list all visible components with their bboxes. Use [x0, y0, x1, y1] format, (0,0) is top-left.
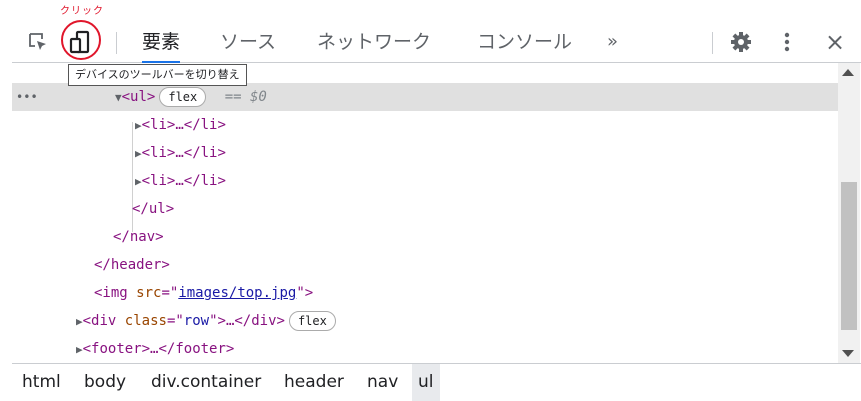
breadcrumb-header[interactable]: header	[278, 364, 350, 401]
tree-row-nav-close[interactable]: </nav>	[12, 223, 838, 251]
close-icon[interactable]: ×	[825, 22, 845, 62]
collapsed-triangle-icon[interactable]: ▶	[135, 175, 142, 188]
vertical-scrollbar[interactable]	[838, 63, 860, 363]
collapsed-triangle-icon[interactable]: ▶	[135, 147, 142, 160]
breadcrumb-nav[interactable]: nav	[361, 364, 404, 401]
more-tabs-button[interactable]: »	[607, 22, 618, 62]
tooltip: デバイスのツールバーを切り替え	[68, 64, 247, 86]
tab-elements[interactable]: 要素	[142, 22, 181, 63]
tree-row-li[interactable]: ▶<li>…</li>	[12, 139, 838, 167]
selected-ref: $0	[249, 89, 267, 105]
tree-row-li[interactable]: ▶<li>…</li>	[12, 167, 838, 195]
tab-sources[interactable]: ソース	[220, 22, 276, 62]
flex-badge[interactable]: flex	[288, 311, 336, 331]
breadcrumb-div-container[interactable]: div.container	[145, 364, 267, 401]
scroll-thumb[interactable]	[841, 182, 857, 330]
tree-row-footer[interactable]: ▶<footer>…</footer>	[12, 335, 838, 363]
tab-console[interactable]: コンソール	[477, 22, 572, 62]
breadcrumb-html[interactable]: html	[16, 364, 67, 401]
img-src-link[interactable]: images/top.jpg	[178, 285, 296, 301]
toolbar-separator	[116, 32, 117, 54]
scroll-up-arrow-icon[interactable]	[842, 69, 854, 76]
kebab-menu-icon[interactable]	[778, 22, 796, 62]
devtools-toolbar: 要素 ソース ネットワーク コンソール » ×	[12, 22, 861, 63]
collapsed-triangle-icon[interactable]: ▶	[135, 119, 142, 132]
collapsed-triangle-icon[interactable]: ▶	[76, 315, 83, 328]
scroll-down-arrow-icon[interactable]	[842, 350, 854, 357]
breadcrumb: html body div.container header nav ul	[12, 363, 861, 401]
elements-panel: ••• ▼<ul> flex == $0 ▶<li>…</li> ▶<li>…</…	[12, 63, 838, 363]
flex-badge[interactable]: flex	[159, 87, 207, 107]
tab-network[interactable]: ネットワーク	[317, 22, 431, 62]
click-annotation: クリック	[60, 6, 104, 17]
expand-triangle-icon[interactable]: ▼	[115, 91, 122, 104]
highlight-circle	[61, 20, 101, 60]
tree-row-header-close[interactable]: </header>	[12, 251, 838, 279]
tree-row-div[interactable]: ▶<div class="row">…</div> flex	[12, 307, 838, 335]
gear-icon[interactable]	[728, 22, 754, 62]
breadcrumb-ul[interactable]: ul	[412, 364, 440, 401]
tree-row-li[interactable]: ▶<li>…</li>	[12, 111, 838, 139]
tree-row-ul[interactable]: ••• ▼<ul> flex == $0	[12, 83, 838, 111]
more-options-icon[interactable]: •••	[16, 83, 38, 111]
collapsed-triangle-icon[interactable]: ▶	[76, 343, 83, 356]
tree-row-ul-close[interactable]: </ul>	[12, 195, 838, 223]
toolbar-separator	[712, 32, 713, 54]
breadcrumb-body[interactable]: body	[78, 364, 132, 401]
tree-row-img[interactable]: <img src="images/top.jpg">	[12, 279, 838, 307]
inspect-element-icon[interactable]	[24, 22, 52, 62]
